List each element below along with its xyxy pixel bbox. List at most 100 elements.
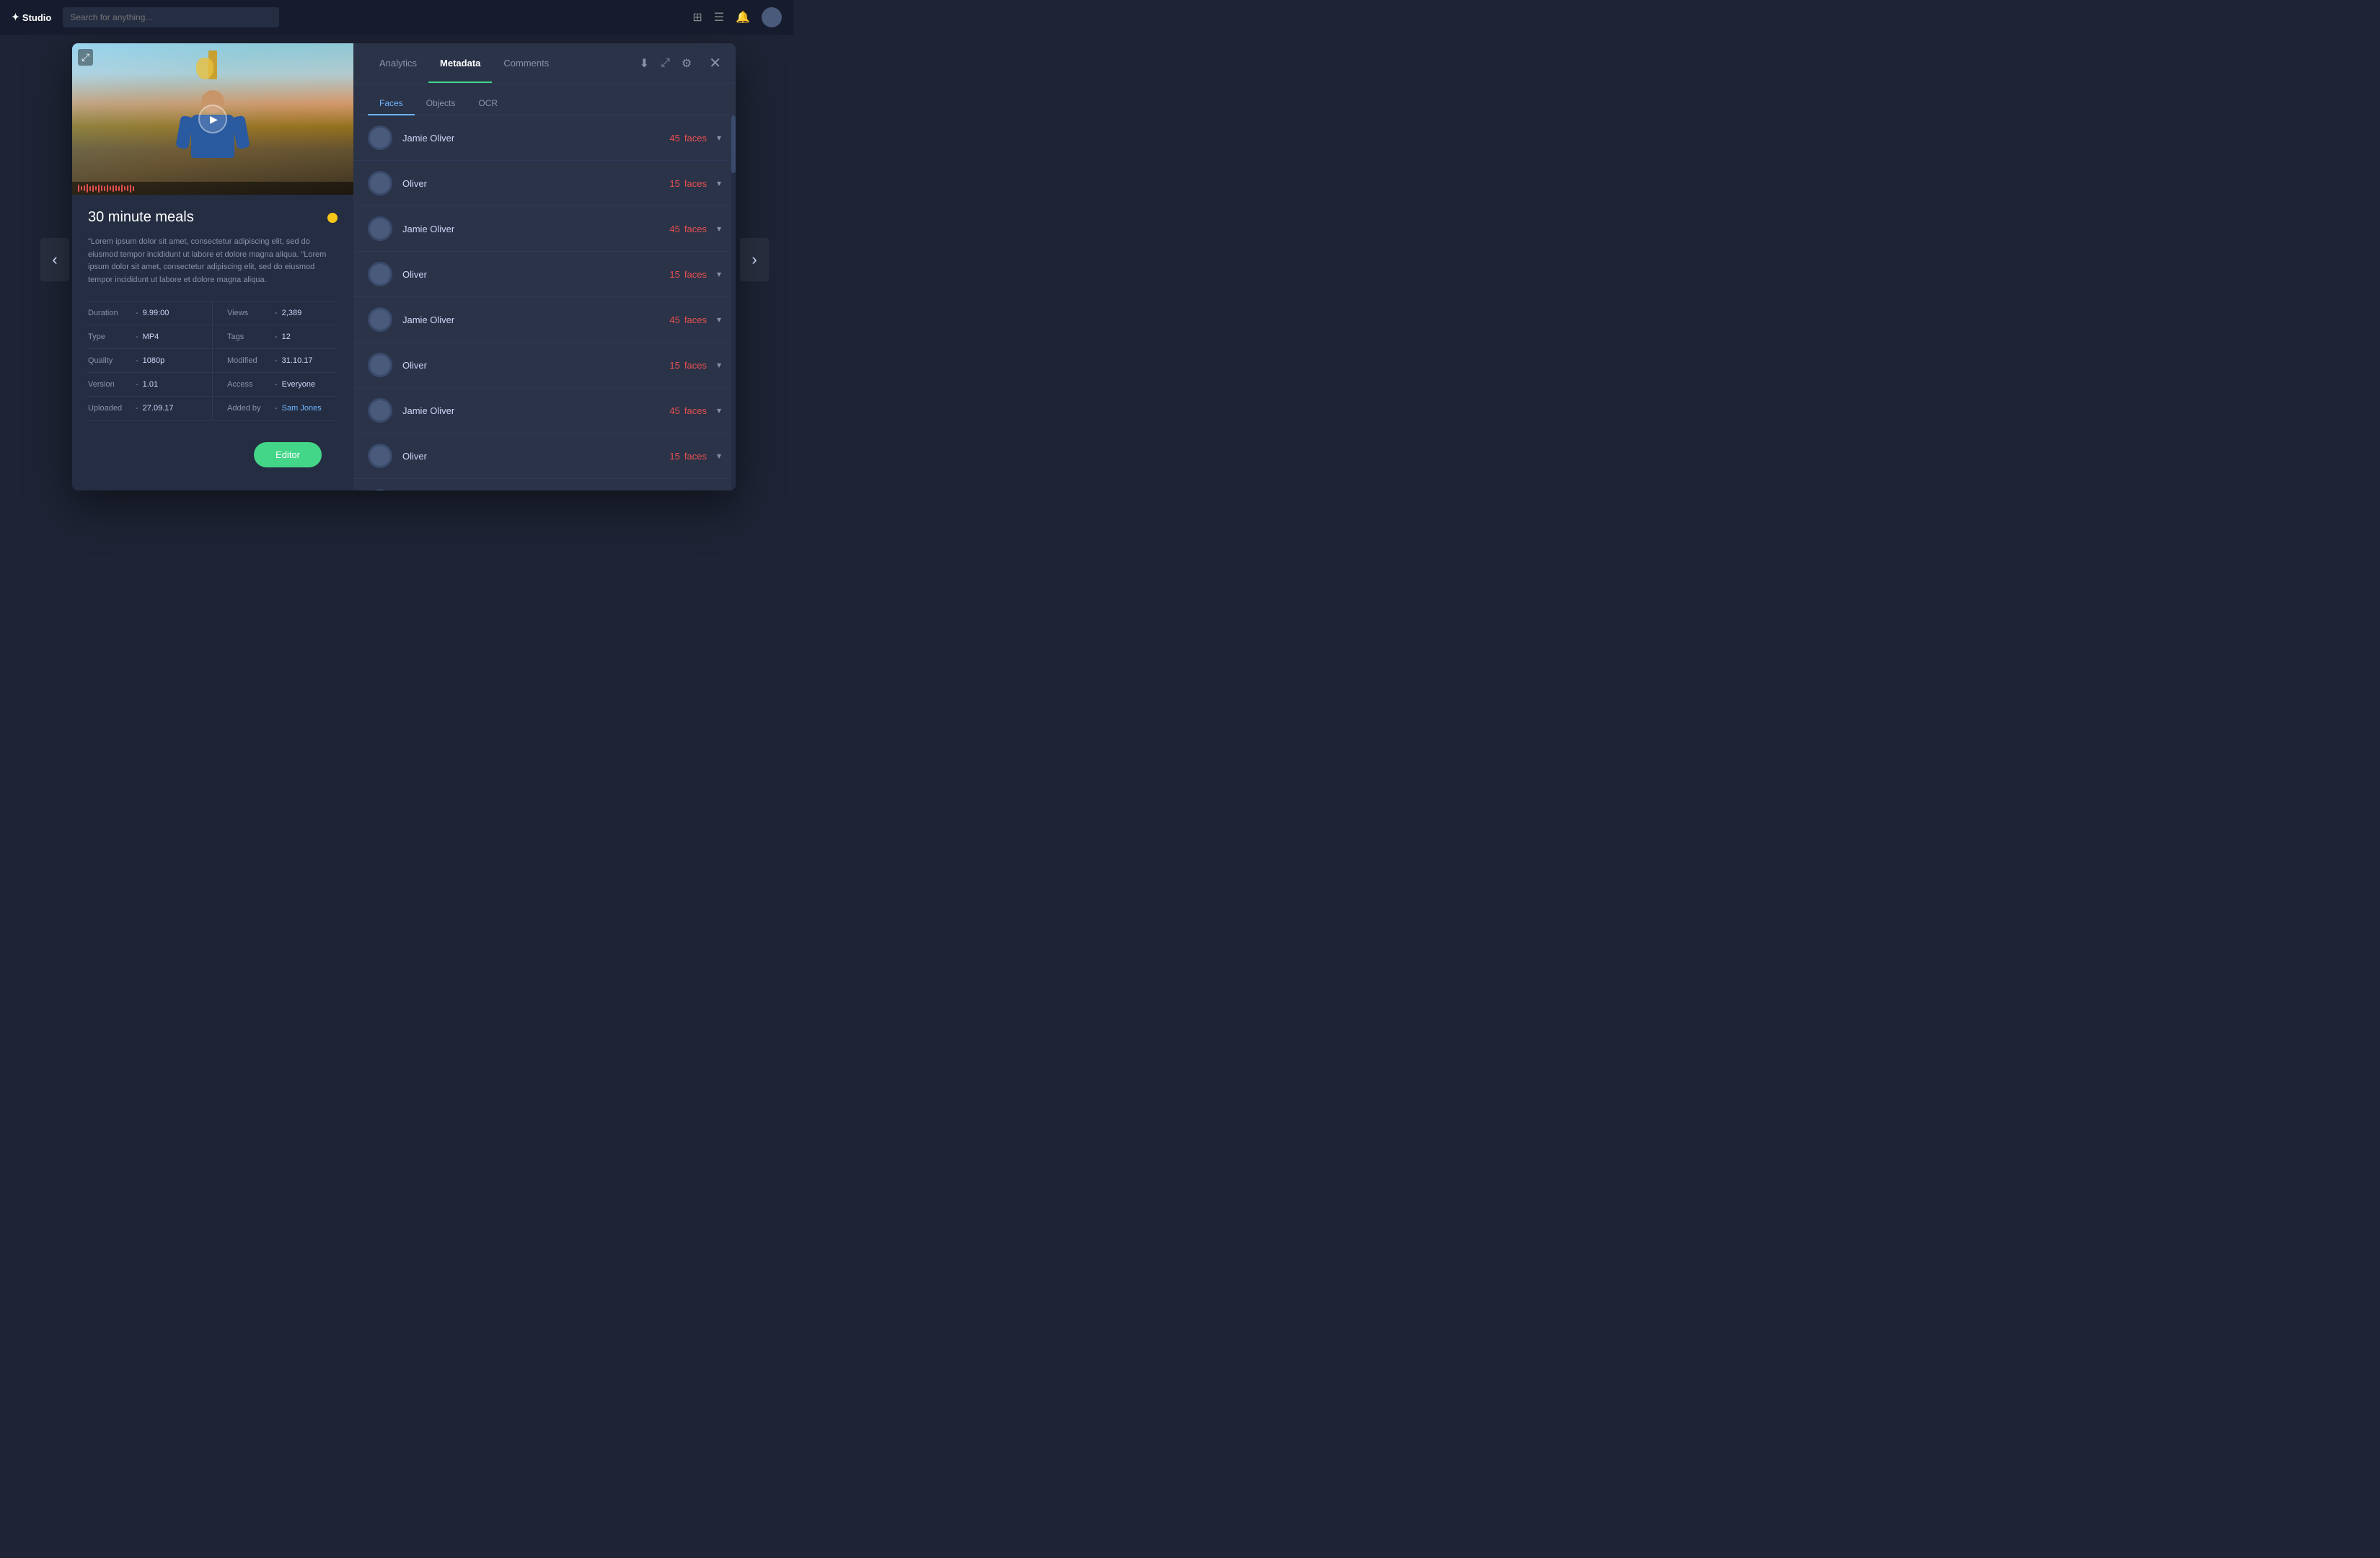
meta-quality: Quality - 1080p: [88, 349, 213, 373]
face-avatar-1: [368, 171, 392, 195]
tab-comments[interactable]: Comments: [492, 45, 560, 83]
face-name-5: Oliver: [402, 360, 659, 371]
face-item-3: Oliver 15 faces ▾: [353, 252, 736, 297]
face-num-6: 45: [669, 405, 679, 416]
left-panel: ⤢: [72, 43, 353, 490]
face-count-6: 45 faces: [669, 405, 707, 416]
face-chevron-3[interactable]: ▾: [717, 269, 721, 279]
nav-icon-1[interactable]: ⊞: [692, 10, 702, 25]
arrow-left-icon: ‹: [52, 250, 57, 269]
tab-bar: Analytics Metadata Comments ⬇ ⤢ ⚙ ✕: [353, 43, 736, 84]
face-item-8: Oliver 15 faces ▾: [353, 479, 736, 490]
face-num-5: 15: [669, 360, 679, 371]
meta-label-quality: Quality: [88, 356, 131, 365]
meta-value-modified: 31.10.17: [282, 356, 313, 365]
face-chevron-7[interactable]: ▾: [717, 451, 721, 461]
face-name-2: Jamie Oliver: [402, 224, 659, 234]
meta-views: Views - 2,389: [213, 302, 338, 325]
top-nav: ✦ Studio ⊞ ☰ 🔔: [0, 0, 793, 35]
face-num-4: 45: [669, 314, 679, 325]
meta-label-access: Access: [227, 380, 270, 389]
expand-icon[interactable]: ⤢: [78, 49, 93, 66]
meta-label-added-by: Added by: [227, 404, 270, 413]
sub-tab-objects[interactable]: Objects: [415, 92, 467, 115]
face-label-5: faces: [684, 360, 707, 371]
meta-label-version: Version: [88, 380, 131, 389]
close-button[interactable]: ✕: [709, 54, 721, 72]
face-item-6: Jamie Oliver 45 faces ▾: [353, 388, 736, 433]
face-item-4: Jamie Oliver 45 faces ▾: [353, 297, 736, 343]
meta-version: Version - 1.01: [88, 373, 213, 397]
face-avatar-3: [368, 262, 392, 286]
sub-tabs: Faces Objects OCR: [353, 84, 736, 115]
face-num-7: 15: [669, 451, 679, 462]
face-name-0: Jamie Oliver: [402, 133, 659, 144]
face-label-1: faces: [684, 178, 707, 189]
face-label-2: faces: [684, 224, 707, 234]
face-count-5: 15 faces: [669, 360, 707, 371]
face-chevron-2[interactable]: ▾: [717, 224, 721, 234]
face-item-1: Oliver 15 faces ▾: [353, 161, 736, 206]
meta-tags: Tags - 12: [213, 325, 338, 349]
face-name-1: Oliver: [402, 178, 659, 189]
video-description: "Lorem ipsum dolor sit amet, consectetur…: [88, 236, 338, 286]
meta-value-version: 1.01: [143, 380, 158, 389]
play-button[interactable]: [198, 105, 227, 133]
face-label-3: faces: [684, 269, 707, 280]
meta-type: Type - MP4: [88, 325, 213, 349]
meta-value-added-by[interactable]: Sam Jones: [282, 404, 322, 413]
face-chevron-5[interactable]: ▾: [717, 360, 721, 370]
scrollbar-thumb[interactable]: [731, 115, 736, 173]
meta-value-type: MP4: [143, 333, 159, 341]
editor-button[interactable]: Editor: [254, 442, 322, 467]
face-chevron-1[interactable]: ▾: [717, 178, 721, 188]
sub-tab-ocr[interactable]: OCR: [467, 92, 509, 115]
meta-modified: Modified - 31.10.17: [213, 349, 338, 373]
download-icon[interactable]: ⬇: [640, 56, 649, 71]
faces-list[interactable]: Jamie Oliver 45 faces ▾ Oliver 15 faces …: [353, 115, 736, 490]
user-avatar[interactable]: [762, 7, 782, 27]
face-name-4: Jamie Oliver: [402, 314, 659, 325]
nav-icon-3[interactable]: 🔔: [736, 10, 750, 25]
face-num-2: 45: [669, 224, 679, 234]
timeline-bar[interactable]: [72, 182, 353, 195]
meta-value-views: 2,389: [282, 309, 302, 317]
search-input[interactable]: [63, 7, 279, 27]
face-count-0: 45 faces: [669, 133, 707, 144]
meta-grid: Duration - 9.99:00 Views - 2,389 Type - …: [88, 301, 338, 421]
face-label-6: faces: [684, 405, 707, 416]
nav-icon-2[interactable]: ☰: [714, 10, 724, 25]
nav-icons: ⊞ ☰ 🔔: [692, 7, 782, 27]
face-item-0: Jamie Oliver 45 faces ▾: [353, 115, 736, 161]
modal: ⤢: [72, 43, 736, 490]
meta-label-tags: Tags: [227, 333, 270, 341]
face-name-3: Oliver: [402, 269, 659, 280]
face-chevron-0[interactable]: ▾: [717, 133, 721, 143]
meta-value-quality: 1080p: [143, 356, 165, 365]
nav-arrow-right[interactable]: ›: [740, 238, 769, 281]
nav-arrow-left[interactable]: ‹: [40, 238, 69, 281]
face-count-4: 45 faces: [669, 314, 707, 325]
face-item-5: Oliver 15 faces ▾: [353, 343, 736, 388]
face-num-1: 15: [669, 178, 679, 189]
meta-added-by: Added by - Sam Jones: [213, 397, 338, 421]
meta-label-modified: Modified: [227, 356, 270, 365]
meta-value-uploaded: 27.09.17: [143, 404, 174, 413]
face-avatar-6: [368, 398, 392, 423]
settings-icon[interactable]: ⚙: [682, 56, 692, 71]
tab-metadata[interactable]: Metadata: [428, 45, 492, 83]
face-avatar-2: [368, 216, 392, 241]
status-dot: [327, 213, 338, 223]
face-chevron-4[interactable]: ▾: [717, 314, 721, 325]
face-label-4: faces: [684, 314, 707, 325]
share-icon[interactable]: ⤢: [661, 57, 670, 70]
video-thumbnail: ⤢: [72, 43, 353, 195]
face-avatar-8: [368, 489, 392, 490]
left-panel-bottom: Editor: [72, 431, 353, 490]
face-chevron-6[interactable]: ▾: [717, 405, 721, 415]
sub-tab-faces[interactable]: Faces: [368, 92, 415, 115]
face-count-2: 45 faces: [669, 224, 707, 234]
video-info: 30 minute meals "Lorem ipsum dolor sit a…: [72, 195, 353, 431]
face-avatar-0: [368, 126, 392, 150]
tab-analytics[interactable]: Analytics: [368, 45, 428, 83]
